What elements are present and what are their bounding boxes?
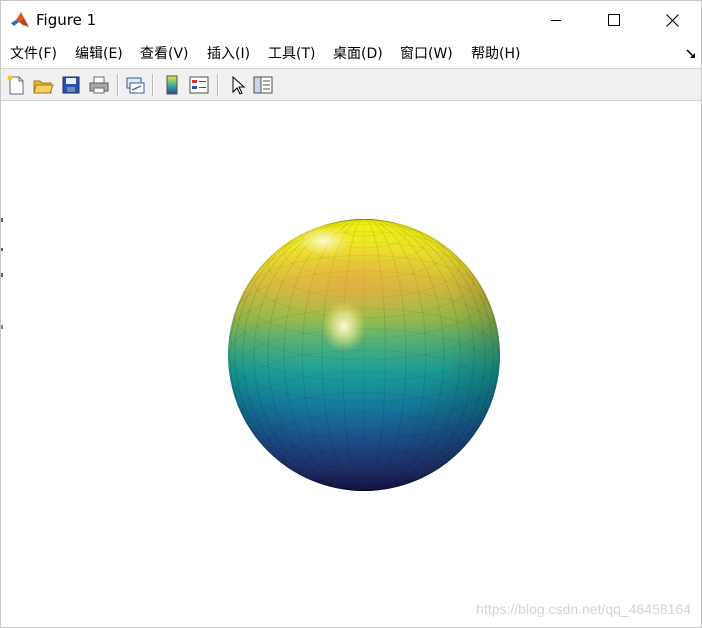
top-highlight bbox=[293, 225, 353, 257]
maximize-icon bbox=[608, 14, 620, 26]
axes-area[interactable]: https://blog.csdn.net/qq_46458164 bbox=[1, 101, 701, 627]
open-file-icon[interactable] bbox=[32, 74, 54, 96]
menu-edit[interactable]: 编辑(E) bbox=[75, 45, 123, 63]
toolbar-separator bbox=[152, 74, 154, 96]
colorbar-icon[interactable] bbox=[161, 74, 183, 96]
new-figure-icon[interactable] bbox=[5, 74, 27, 96]
title-bar[interactable]: Figure 1 bbox=[1, 1, 701, 39]
link-plot-icon[interactable] bbox=[124, 74, 146, 96]
menu-view[interactable]: 查看(V) bbox=[140, 45, 189, 63]
property-inspector-icon[interactable] bbox=[252, 74, 274, 96]
menu-insert[interactable]: 插入(I) bbox=[207, 45, 250, 63]
save-icon[interactable] bbox=[60, 74, 82, 96]
figure-toolbar bbox=[1, 68, 701, 101]
window-title: Figure 1 bbox=[36, 11, 97, 29]
menu-bar: 文件(F) 编辑(E) 查看(V) 插入(I) 工具(T) 桌面(D) 窗口(W… bbox=[1, 39, 701, 68]
menu-tools[interactable]: 工具(T) bbox=[268, 45, 315, 63]
menu-window[interactable]: 窗口(W) bbox=[400, 45, 453, 63]
pointer-icon[interactable] bbox=[226, 74, 248, 96]
specular-highlight bbox=[322, 300, 366, 352]
menu-help[interactable]: 帮助(H) bbox=[471, 45, 520, 63]
watermark-text: https://blog.csdn.net/qq_46458164 bbox=[476, 601, 691, 617]
matlab-logo-icon bbox=[10, 10, 30, 30]
menu-desktop[interactable]: 桌面(D) bbox=[333, 45, 383, 63]
dock-arrow-icon[interactable] bbox=[685, 48, 697, 60]
toolbar-separator bbox=[117, 74, 119, 96]
legend-icon[interactable] bbox=[188, 74, 210, 96]
menu-file[interactable]: 文件(F) bbox=[10, 45, 57, 63]
minimize-button[interactable] bbox=[527, 1, 585, 39]
sphere-surface[interactable] bbox=[1, 101, 701, 627]
print-icon[interactable] bbox=[88, 74, 110, 96]
close-button[interactable] bbox=[643, 1, 701, 39]
maximize-button[interactable] bbox=[585, 1, 643, 39]
minimize-icon bbox=[551, 20, 561, 21]
close-icon bbox=[665, 13, 679, 27]
toolbar-separator bbox=[217, 74, 219, 96]
figure-window: Figure 1 文件(F) 编辑(E) 查看(V) 插入(I) 工具(T) 桌… bbox=[0, 0, 702, 628]
